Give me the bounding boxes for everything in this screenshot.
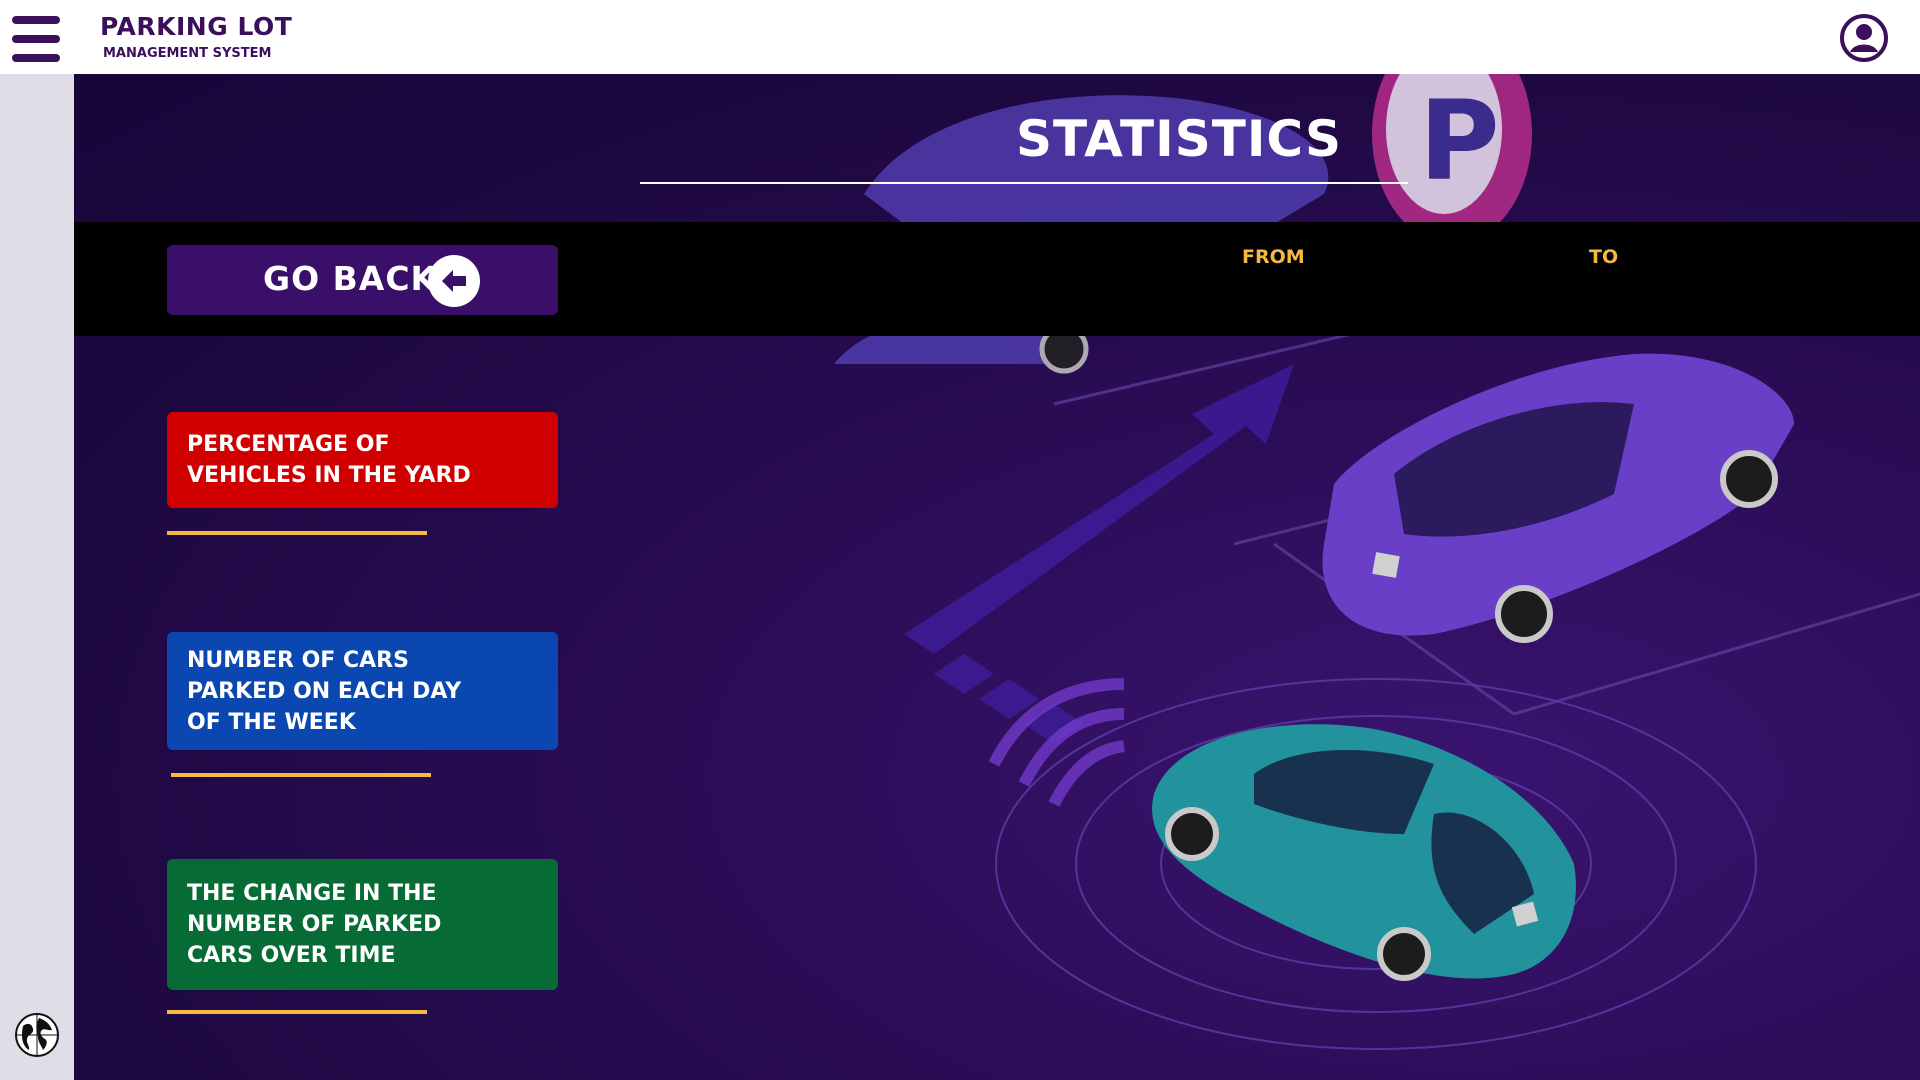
to-date-label: TO <box>1589 246 1619 268</box>
brand-subtitle: MANAGEMENT SYSTEM <box>103 46 272 61</box>
arrow-left-circle-icon <box>428 255 480 307</box>
car-purple-icon <box>1322 353 1794 643</box>
globe-icon[interactable] <box>14 1012 60 1058</box>
divider-line <box>171 773 431 777</box>
side-rail <box>0 74 74 1080</box>
from-date-label: FROM <box>1242 246 1305 268</box>
stat-button-label: THE CHANGE IN THE NUMBER OF PARKED CARS … <box>187 881 442 968</box>
divider-line <box>167 1010 427 1014</box>
go-back-label: GO BACK <box>263 259 438 298</box>
page-title: STATISTICS <box>1015 110 1343 168</box>
go-back-button[interactable]: GO BACK <box>167 245 558 315</box>
stat-button-label: NUMBER OF CARS PARKED ON EACH DAY OF THE… <box>187 647 462 735</box>
stat-button-cars-per-day[interactable]: NUMBER OF CARS PARKED ON EACH DAY OF THE… <box>167 632 558 750</box>
main-content: P STATISTICS GO BACK FROM TO PERCENTAGE … <box>74 74 1920 1080</box>
hamburger-menu-icon[interactable] <box>12 16 60 62</box>
user-avatar-icon[interactable] <box>1840 14 1888 62</box>
car-teal-icon <box>1152 724 1576 981</box>
brand-title: PARKING LOT <box>100 12 293 41</box>
stat-button-label: PERCENTAGE OF VEHICLES IN THE YARD <box>187 432 471 488</box>
stat-button-cars-over-time[interactable]: THE CHANGE IN THE NUMBER OF PARKED CARS … <box>167 859 558 990</box>
title-underline <box>640 182 1408 184</box>
toolbar-band: GO BACK FROM TO <box>74 222 1920 336</box>
top-header: PARKING LOT MANAGEMENT SYSTEM <box>0 0 1920 74</box>
stat-button-vehicle-percentage[interactable]: PERCENTAGE OF VEHICLES IN THE YARD <box>167 412 558 508</box>
divider-line <box>167 531 427 535</box>
